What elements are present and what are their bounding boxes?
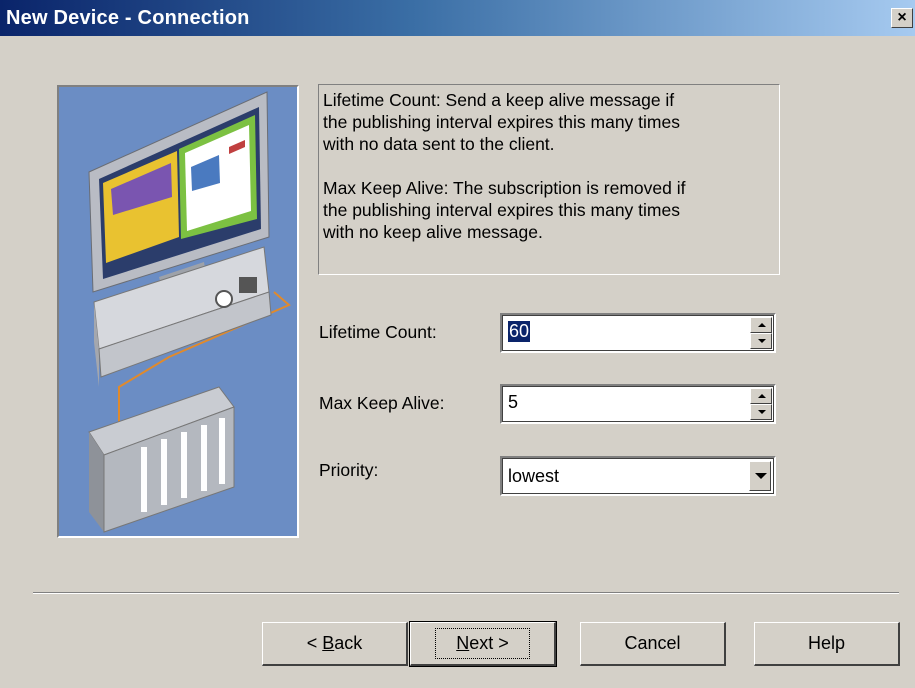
separator [33,592,899,594]
lifetime-description: Lifetime Count: Send a keep alive messag… [323,90,680,154]
priority-value: lowest [508,466,560,486]
keepalive-description: Max Keep Alive: The subscription is remo… [323,178,686,242]
max-keep-alive-spinner[interactable] [750,388,772,420]
keepalive-spin-up-button[interactable] [750,388,772,404]
cancel-button[interactable]: Cancel [580,622,726,666]
lifetime-count-spinner[interactable] [750,317,772,349]
max-keep-alive-value[interactable]: 5 [508,392,518,413]
back-prefix: < [306,633,323,653]
lifetime-count-label: Lifetime Count: [319,322,437,342]
back-button[interactable]: < Back [262,622,408,666]
lifetime-spin-down-button[interactable] [750,333,772,349]
dialog-window: New Device - Connection × Lifetime Count… [0,0,915,688]
back-rest: ack [334,633,363,653]
help-button-label: Help [807,633,846,653]
lifetime-count-field[interactable]: 60 [500,313,776,353]
chevron-down-icon [755,473,767,479]
priority-label: Priority: [319,460,379,480]
description-box: Lifetime Count: Send a keep alive messag… [318,84,780,275]
help-button[interactable]: Help [754,622,900,666]
next-button-label: Next > [435,628,530,659]
spin-down-icon [758,410,766,414]
next-rest: ext > [469,633,509,653]
priority-select[interactable]: lowest [500,456,776,496]
lifetime-count-value[interactable]: 60 [508,321,531,342]
spin-up-icon [758,394,766,398]
next-mnemonic: N [456,633,470,653]
spin-down-icon [758,339,766,343]
back-mnemonic: B [322,633,335,653]
title-bar[interactable]: New Device - Connection × [0,0,915,36]
max-keep-alive-field[interactable]: 5 [500,384,776,424]
lifetime-spin-up-button[interactable] [750,317,772,333]
keepalive-spin-down-button[interactable] [750,404,772,420]
computer-network-illustration [57,85,299,538]
close-button[interactable]: × [891,8,913,28]
next-button[interactable]: Next > [409,621,557,667]
priority-dropdown-button[interactable] [749,461,771,491]
cancel-button-label: Cancel [624,633,681,653]
close-icon: × [897,9,907,26]
back-button-label: < Back [307,633,363,654]
spin-up-icon [758,323,766,327]
window-title: New Device - Connection [6,7,250,29]
max-keep-alive-label: Max Keep Alive: [319,393,445,413]
